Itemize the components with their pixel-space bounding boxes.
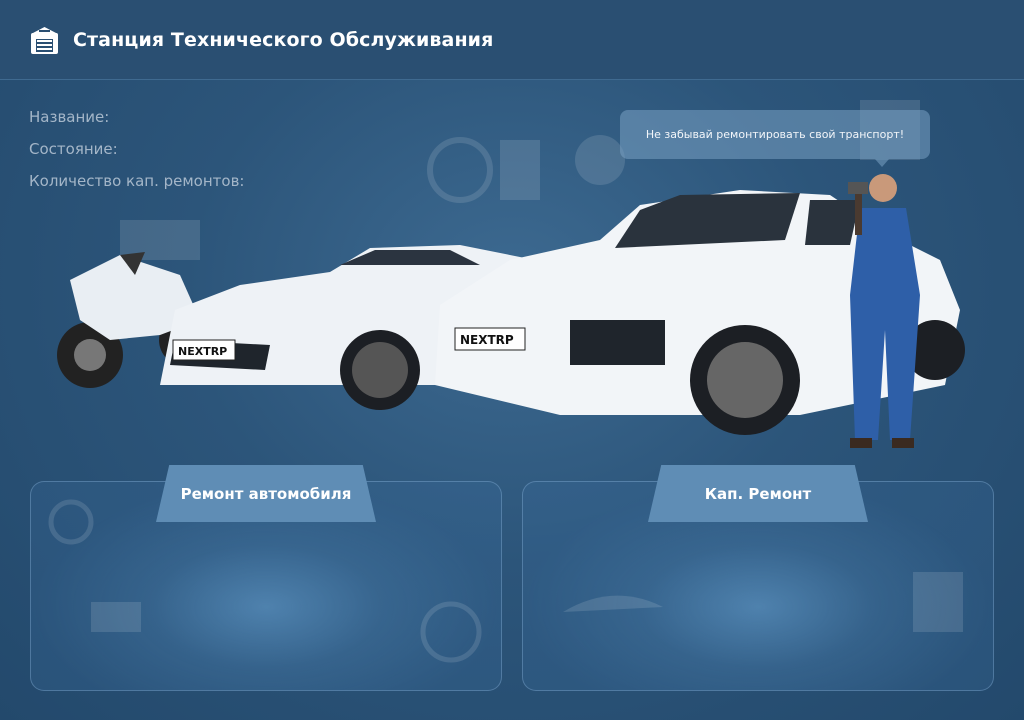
camaro-license-plate: NEXTRP	[178, 345, 227, 358]
mechanic-speech-bubble: Не забывай ремонтировать свой транспорт!	[620, 110, 930, 167]
suv-license-plate: NEXTRP	[460, 333, 514, 347]
mechanic-character-image	[848, 174, 920, 448]
repair-vehicle-button[interactable]: Ремонт автомобиля	[156, 465, 376, 522]
header-bar: Станция Технического Обслуживания	[0, 0, 1024, 80]
vehicles-illustration: NEXTRP NEXTRP	[57, 174, 965, 448]
page-title: Станция Технического Обслуживания	[73, 29, 494, 51]
vehicle-state-label: Состояние:	[29, 140, 118, 158]
overhaul-button[interactable]: Кап. Ремонт	[648, 465, 868, 522]
speech-bubble-text: Не забывай ремонтировать свой транспорт!	[645, 128, 905, 141]
vehicle-name-label: Название:	[29, 108, 110, 126]
garage-icon	[31, 27, 58, 54]
